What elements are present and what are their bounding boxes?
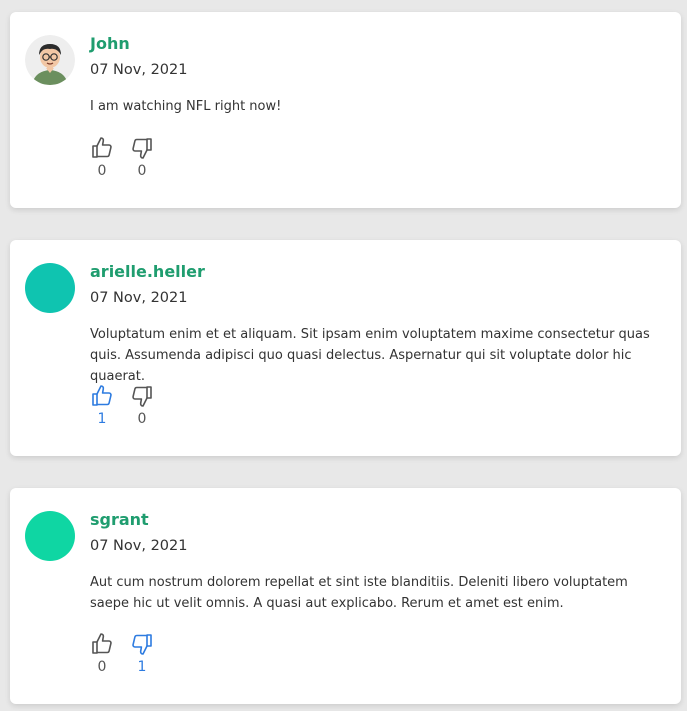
- username: John: [90, 34, 130, 53]
- thumbs-up-icon[interactable]: [90, 384, 114, 408]
- dislike-count: 1: [137, 659, 147, 675]
- like-button[interactable]: 0: [90, 136, 114, 179]
- like-button[interactable]: 1: [90, 384, 114, 427]
- comment-date: 07 Nov, 2021: [90, 538, 188, 554]
- avatar: [25, 35, 75, 85]
- dislike-count: 0: [137, 163, 147, 179]
- comment-text: Aut cum nostrum dolorem repellat et sint…: [90, 575, 628, 611]
- cartoon-man-avatar-icon: [25, 35, 75, 85]
- comment-text: Voluptatum enim et et aliquam. Sit ipsam…: [90, 327, 650, 384]
- dislike-button[interactable]: 1: [130, 632, 154, 675]
- comment-text: I am watching NFL right now!: [90, 99, 282, 114]
- username: sgrant: [90, 510, 149, 529]
- thumbs-up-icon[interactable]: [90, 632, 114, 656]
- comment-card: John 07 Nov, 2021 I am watching NFL righ…: [10, 12, 681, 208]
- like-count: 0: [97, 163, 107, 179]
- dislike-count: 0: [137, 411, 147, 427]
- dislike-button[interactable]: 0: [130, 384, 154, 427]
- thumbs-down-icon[interactable]: [130, 632, 154, 656]
- comment-card: arielle.heller 07 Nov, 2021 Voluptatum e…: [10, 240, 681, 456]
- comment-date: 07 Nov, 2021: [90, 62, 188, 78]
- green-circle-avatar-icon: [25, 511, 75, 561]
- thumbs-up-icon[interactable]: [90, 136, 114, 160]
- like-button[interactable]: 0: [90, 632, 114, 675]
- like-count: 0: [97, 659, 107, 675]
- dislike-button[interactable]: 0: [130, 136, 154, 179]
- thumbs-down-icon[interactable]: [130, 384, 154, 408]
- thumbs-down-icon[interactable]: [130, 136, 154, 160]
- username: arielle.heller: [90, 262, 205, 281]
- comment-date: 07 Nov, 2021: [90, 290, 188, 306]
- comment-list: John 07 Nov, 2021 I am watching NFL righ…: [0, 0, 687, 711]
- teal-circle-avatar-icon: [25, 263, 75, 313]
- comment-card: sgrant 07 Nov, 2021 Aut cum nostrum dolo…: [10, 488, 681, 704]
- like-count: 1: [97, 411, 107, 427]
